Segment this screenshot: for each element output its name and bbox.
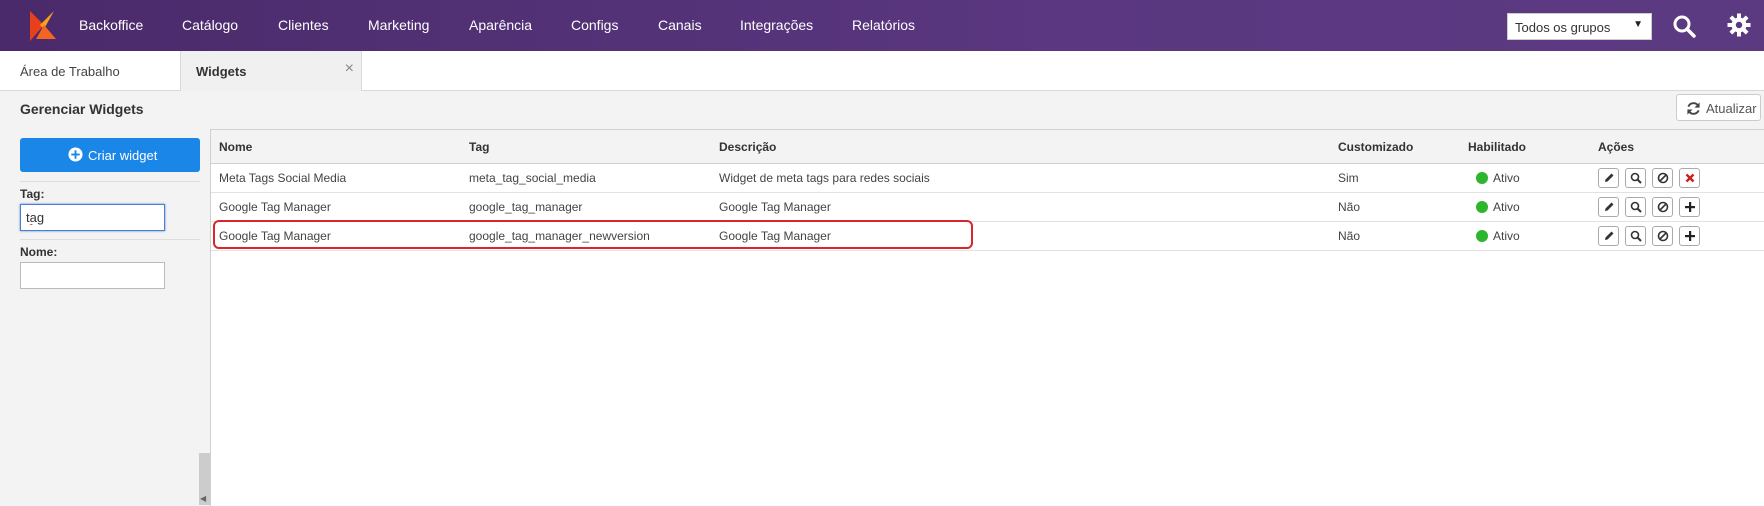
name-label: Nome:: [20, 245, 58, 259]
search-icon: [1630, 172, 1642, 184]
group-select-value: Todos os grupos: [1515, 20, 1611, 35]
ban-icon: [1657, 172, 1669, 184]
nav-canais[interactable]: Canais: [658, 17, 702, 33]
pencil-icon: [1605, 202, 1614, 211]
create-widget-label: Criar widget: [88, 148, 158, 163]
logo-icon[interactable]: [26, 9, 58, 43]
tab-area-de-trabalho[interactable]: Área de Trabalho: [20, 51, 120, 91]
gear-icon[interactable]: [1727, 13, 1751, 37]
remove-button[interactable]: [1679, 168, 1700, 188]
table-header: Nome Tag Descrição Customizado Habilitad…: [211, 130, 1764, 164]
add-button[interactable]: [1679, 197, 1700, 217]
nav-configs[interactable]: Configs: [571, 17, 618, 33]
pencil-icon: [1605, 231, 1614, 240]
cell-habilitado: Ativo: [1493, 171, 1520, 185]
page-title: Gerenciar Widgets: [20, 101, 144, 117]
view-button[interactable]: [1625, 226, 1646, 246]
cell-tag: google_tag_manager_newversion: [469, 229, 650, 243]
chevron-down-icon: ▼: [1633, 19, 1643, 30]
plus-icon: [1685, 202, 1695, 212]
column-header-nome[interactable]: Nome: [219, 140, 252, 154]
plus-circle-icon: [68, 147, 83, 162]
view-button[interactable]: [1625, 197, 1646, 217]
view-button[interactable]: [1625, 168, 1646, 188]
cell-customizado: Não: [1338, 229, 1361, 243]
add-button[interactable]: [1679, 226, 1700, 246]
tag-input[interactable]: [20, 204, 165, 231]
status-active-icon: [1476, 201, 1488, 213]
table-row[interactable]: Google Tag Manager google_tag_manager_ne…: [211, 222, 1764, 251]
refresh-label: Atualizar: [1706, 101, 1757, 116]
search-icon: [1630, 230, 1642, 242]
column-header-acoes: Ações: [1598, 140, 1635, 154]
divider: [20, 239, 200, 240]
cell-nome: Google Tag Manager: [219, 229, 331, 243]
refresh-icon: [1687, 102, 1700, 115]
ban-icon: [1657, 230, 1669, 242]
work-area: Gerenciar Widgets Atualizar Criar widget…: [0, 91, 1764, 506]
search-icon[interactable]: [1672, 14, 1696, 38]
nav-backoffice[interactable]: Backoffice: [79, 17, 143, 33]
status-active-icon: [1476, 230, 1488, 242]
tab-widgets-label: Widgets: [196, 64, 247, 79]
widgets-table: Nome Tag Descrição Customizado Habilitad…: [210, 129, 1764, 506]
cell-habilitado: Ativo: [1493, 229, 1520, 243]
disable-button[interactable]: [1652, 168, 1673, 188]
cell-tag: google_tag_manager: [469, 200, 583, 214]
plus-icon: [1685, 231, 1695, 241]
cell-nome: Meta Tags Social Media: [219, 171, 347, 185]
close-icon[interactable]: ×: [345, 60, 354, 78]
divider: [20, 181, 200, 182]
cell-descricao: Google Tag Manager: [719, 229, 831, 243]
filter-sidebar: Criar widget Tag: Nome: ◀: [0, 129, 210, 506]
create-widget-button[interactable]: Criar widget: [20, 138, 200, 172]
chevron-left-icon: ◀: [200, 494, 207, 503]
status-active-icon: [1476, 172, 1488, 184]
tab-widgets[interactable]: Widgets ×: [180, 51, 362, 92]
column-header-habilitado[interactable]: Habilitado: [1468, 140, 1526, 154]
edit-button[interactable]: [1598, 168, 1619, 188]
cell-descricao: Widget de meta tags para redes sociais: [719, 171, 930, 185]
top-navbar: Backoffice Catálogo Clientes Marketing A…: [0, 0, 1764, 51]
column-header-customizado[interactable]: Customizado: [1338, 140, 1413, 154]
name-input[interactable]: [20, 262, 165, 289]
group-select[interactable]: Todos os grupos ▼: [1507, 13, 1652, 40]
cell-descricao: Google Tag Manager: [719, 200, 831, 214]
ban-icon: [1657, 201, 1669, 213]
disable-button[interactable]: [1652, 197, 1673, 217]
edit-button[interactable]: [1598, 226, 1619, 246]
column-header-tag[interactable]: Tag: [469, 140, 489, 154]
tabs-bar: Área de Trabalho Widgets ×: [0, 51, 1764, 92]
cell-habilitado: Ativo: [1493, 200, 1520, 214]
nav-catalogo[interactable]: Catálogo: [182, 17, 238, 33]
cell-customizado: Não: [1338, 200, 1361, 214]
column-header-descricao[interactable]: Descrição: [719, 140, 776, 154]
disable-button[interactable]: [1652, 226, 1673, 246]
tag-label: Tag:: [20, 187, 45, 201]
nav-marketing[interactable]: Marketing: [368, 17, 429, 33]
close-icon: [1685, 173, 1695, 183]
nav-aparencia[interactable]: Aparência: [469, 17, 532, 33]
pencil-icon: [1605, 173, 1614, 182]
cell-nome: Google Tag Manager: [219, 200, 331, 214]
nav-relatorios[interactable]: Relatórios: [852, 17, 915, 33]
search-icon: [1630, 201, 1642, 213]
nav-clientes[interactable]: Clientes: [278, 17, 329, 33]
nav-integracoes[interactable]: Integrações: [740, 17, 813, 33]
refresh-button[interactable]: Atualizar: [1676, 94, 1761, 121]
edit-button[interactable]: [1598, 197, 1619, 217]
table-row[interactable]: Google Tag Manager google_tag_manager Go…: [211, 193, 1764, 222]
sidebar-collapse-handle[interactable]: ◀: [199, 453, 210, 505]
cell-customizado: Sim: [1338, 171, 1359, 185]
table-row[interactable]: Meta Tags Social Media meta_tag_social_m…: [211, 164, 1764, 193]
cell-tag: meta_tag_social_media: [469, 171, 596, 185]
